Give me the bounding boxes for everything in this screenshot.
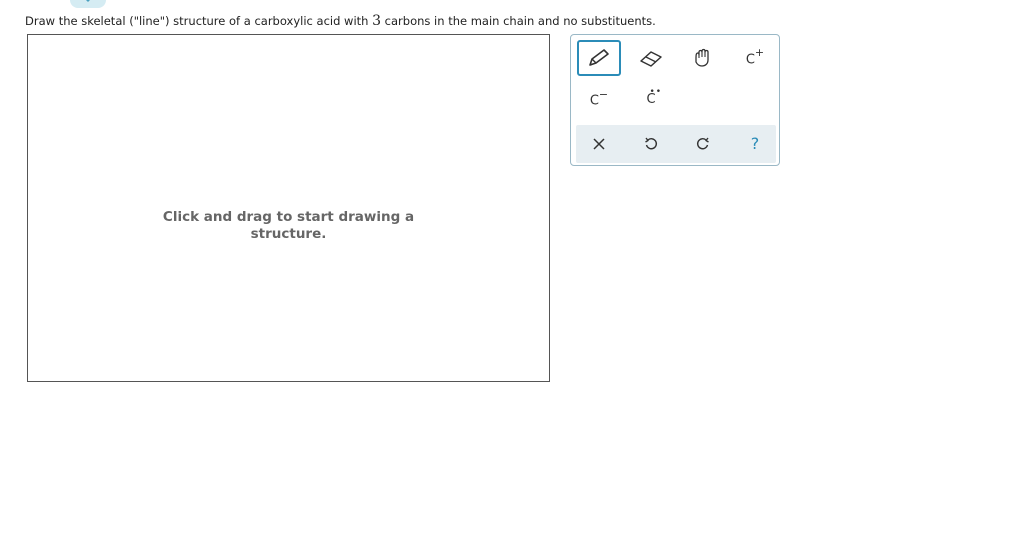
redo-icon bbox=[696, 137, 709, 150]
eraser-tool[interactable] bbox=[629, 40, 673, 76]
pencil-tool[interactable] bbox=[577, 40, 621, 76]
canvas-hint: Click and drag to start drawing a struct… bbox=[28, 209, 549, 243]
question-prompt: Draw the skeletal ("line") structure of … bbox=[25, 13, 656, 29]
cation-label: C bbox=[745, 52, 755, 68]
cation-tool[interactable]: C+ bbox=[733, 40, 777, 76]
lone-pair-dots: •• bbox=[649, 86, 663, 97]
anion-label: C bbox=[589, 93, 599, 109]
clear-button[interactable] bbox=[577, 126, 621, 162]
canvas-hint-line2: structure. bbox=[250, 226, 327, 242]
undo-icon bbox=[645, 137, 658, 150]
eraser-icon bbox=[640, 51, 662, 67]
drawing-canvas[interactable]: Click and drag to start drawing a struct… bbox=[27, 34, 550, 382]
help-button[interactable]: ? bbox=[733, 126, 777, 162]
hand-icon bbox=[695, 48, 709, 67]
hand-tool[interactable] bbox=[681, 40, 725, 76]
lone-pair-tool[interactable]: •• C bbox=[629, 81, 673, 117]
anion-tool[interactable]: C− bbox=[577, 81, 621, 117]
drawing-toolbar: C+ C− •• C ? bbox=[570, 34, 780, 166]
question-prefix: Draw the skeletal ("line") structure of … bbox=[25, 14, 373, 28]
close-icon bbox=[593, 138, 605, 150]
positive-charge: + bbox=[754, 46, 765, 60]
pencil-icon bbox=[589, 49, 609, 66]
lone-pair-carbon-icon: •• C bbox=[646, 87, 661, 106]
carbon-count: 3 bbox=[372, 13, 382, 29]
carbocation-icon: C+ bbox=[745, 46, 765, 68]
redo-button[interactable] bbox=[681, 126, 725, 162]
canvas-hint-line1: Click and drag to start drawing a bbox=[162, 209, 415, 225]
negative-charge: − bbox=[598, 88, 609, 102]
chevron-down-icon bbox=[84, 0, 92, 2]
undo-button[interactable] bbox=[629, 126, 673, 162]
question-suffix: carbons in the main chain and no substit… bbox=[381, 14, 656, 28]
collapse-tab[interactable] bbox=[70, 0, 106, 8]
help-icon: ? bbox=[750, 134, 760, 153]
carbanion-icon: C− bbox=[589, 88, 609, 109]
